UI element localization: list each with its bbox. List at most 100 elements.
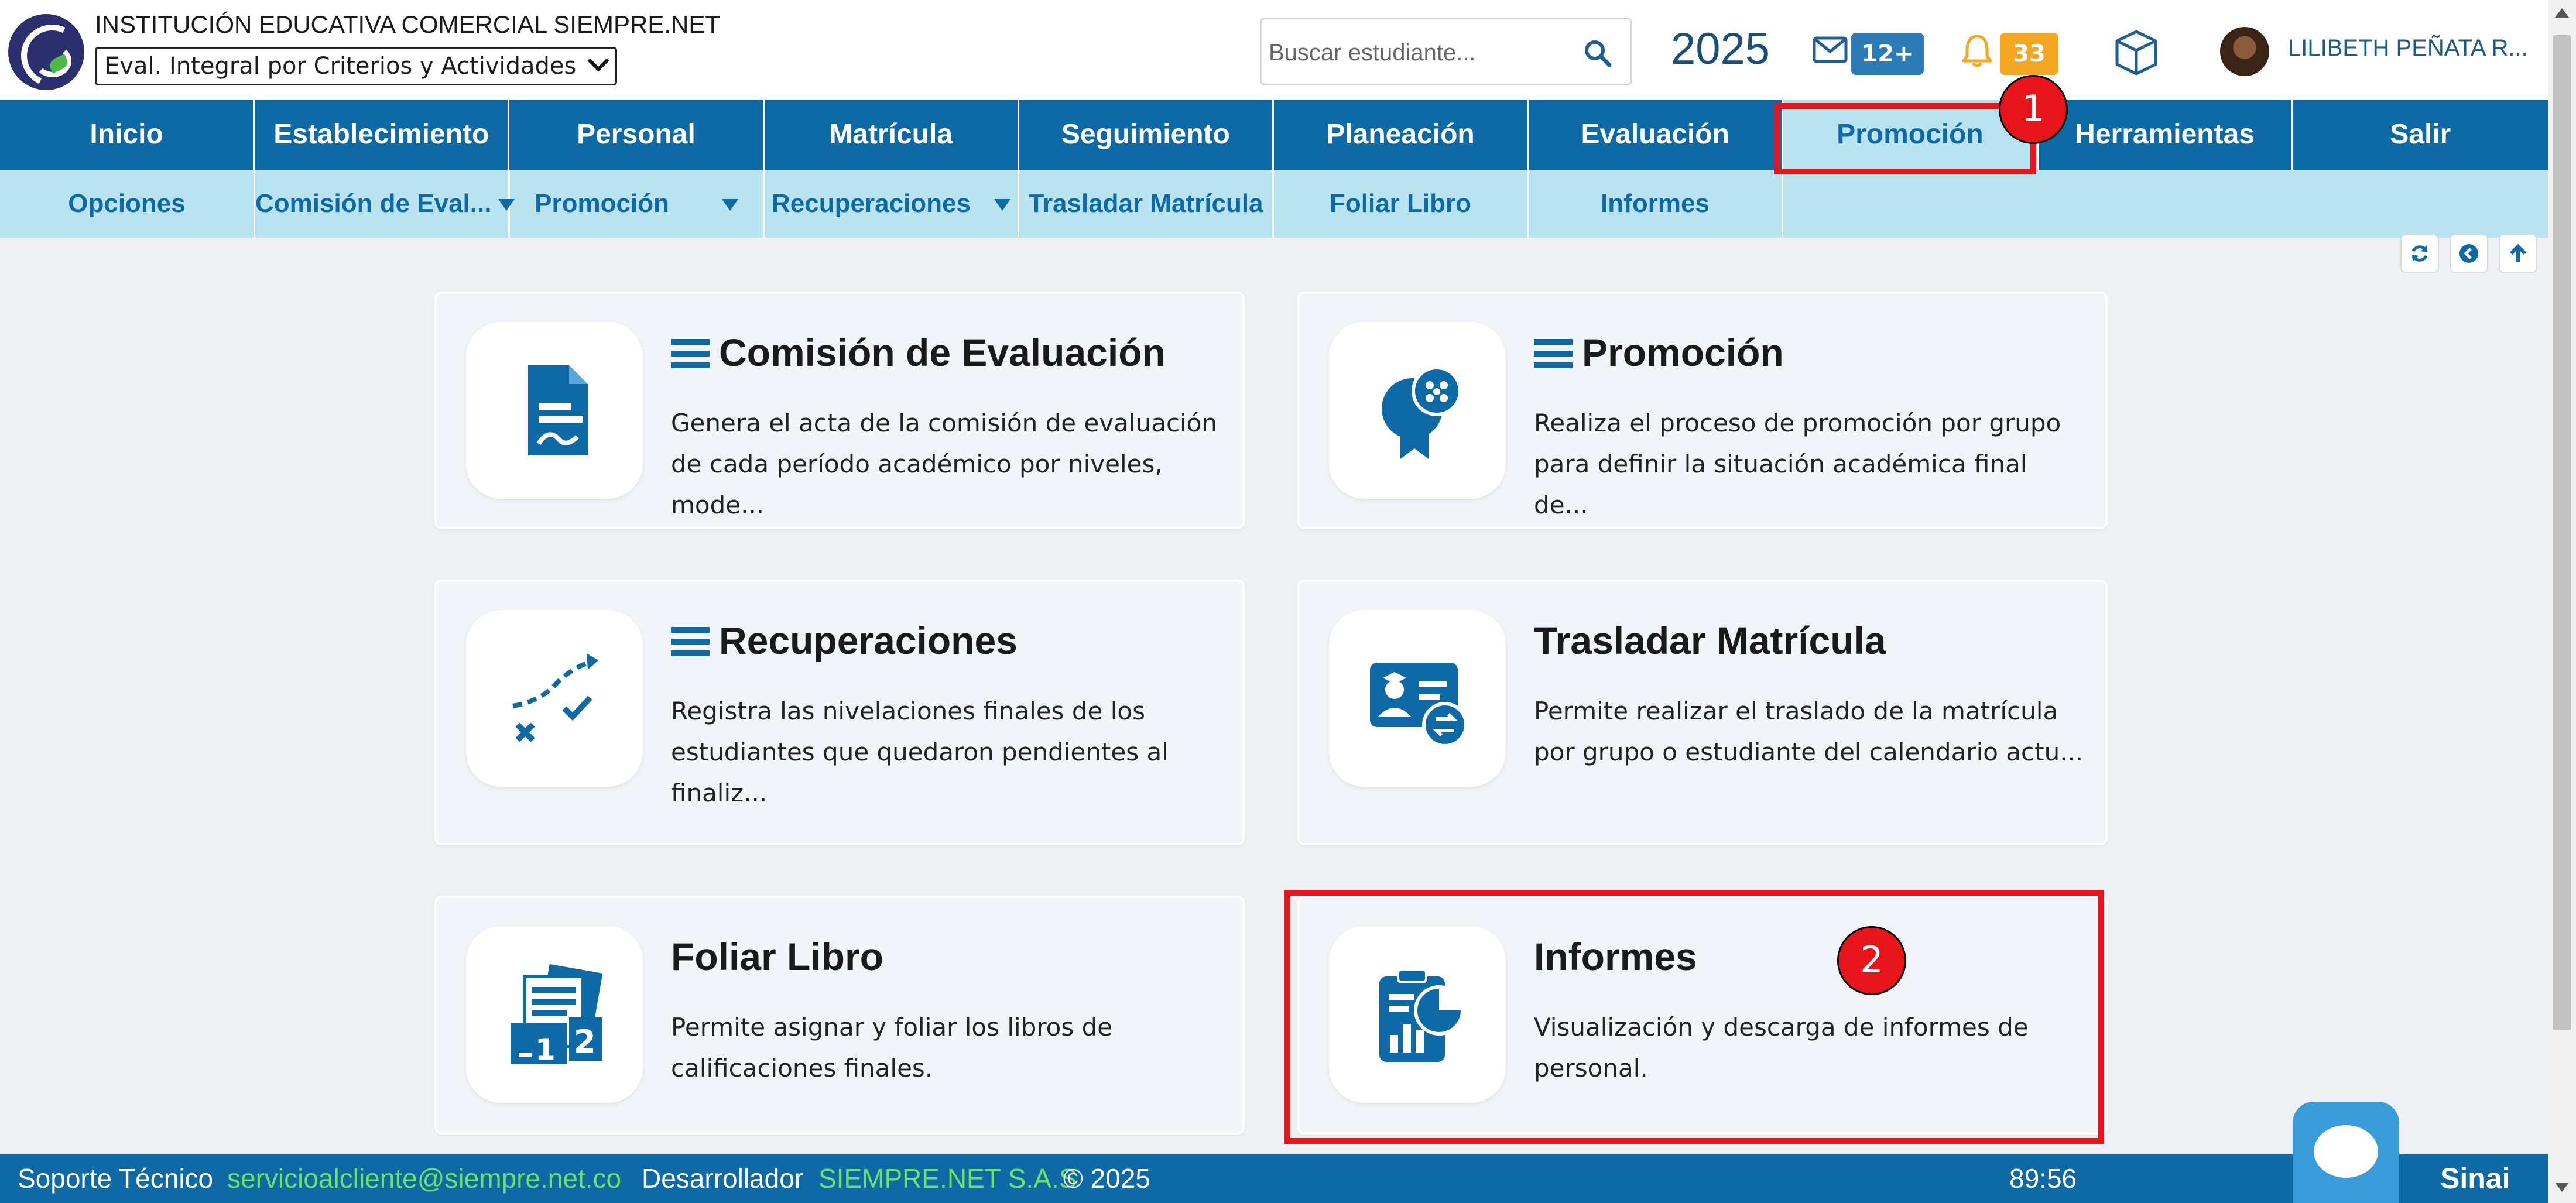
mail-icon[interactable]	[1813, 36, 1848, 63]
card-title[interactable]: Foliar Libro	[671, 934, 883, 979]
session-timer: 89:56	[2009, 1163, 2077, 1194]
highlight-box-informes	[1284, 890, 2104, 1144]
transfer-card-icon	[1370, 663, 1468, 748]
step-marker-2: 2	[1837, 926, 1906, 995]
menu-icon[interactable]	[671, 626, 710, 657]
card-comision-evaluacion[interactable]: Comisión de Evaluación Genera el acta de…	[434, 292, 1245, 529]
evaluation-type-select[interactable]: Eval. Integral por Criterios y Actividad…	[95, 47, 617, 85]
card-icon-box	[1329, 610, 1506, 787]
scroll-up-arrow-icon[interactable]	[2555, 8, 2569, 18]
card-title[interactable]: Promoción	[1534, 330, 1784, 375]
svg-text:1: 1	[535, 1033, 556, 1067]
subnav-comision[interactable]: Comisión de Eval...	[255, 170, 515, 238]
card-recuperaciones[interactable]: Recuperaciones Registra las nivelaciones…	[434, 580, 1245, 845]
evaluation-type-value: Eval. Integral por Criterios y Actividad…	[105, 53, 577, 80]
scroll-top-button[interactable]	[2499, 234, 2537, 273]
subnav-opciones-label: Opciones	[68, 189, 186, 218]
nav-matricula[interactable]: Matrícula	[765, 100, 1019, 170]
card-icon-box	[466, 610, 643, 787]
subnav-trasladar-label: Trasladar Matrícula	[1028, 189, 1263, 218]
support-label: Soporte Técnico	[18, 1163, 214, 1194]
academic-year[interactable]: 2025	[1671, 23, 1770, 74]
card-description: Permite realizar el traslado de la matrí…	[1534, 697, 2084, 766]
card-title-text: Comisión de Evaluación	[719, 331, 1166, 374]
subnav-informes[interactable]: Informes	[1529, 170, 1783, 238]
card-icon-box: 1 2	[466, 926, 643, 1103]
dropdown-arrow-icon	[721, 199, 738, 211]
sub-navigation: Opciones Comisión de Eval... Promoción R…	[0, 170, 2548, 238]
menu-icon[interactable]	[1534, 338, 1573, 369]
card-title-text: Recuperaciones	[719, 619, 1018, 662]
page-scrollbar[interactable]	[2548, 0, 2576, 1203]
footer-bar: Soporte Técnico servicioalcliente@siempr…	[0, 1154, 2548, 1203]
card-icon-box	[466, 322, 643, 499]
nav-herramientas[interactable]: Herramientas	[2039, 100, 2293, 170]
refresh-button[interactable]	[2400, 234, 2439, 273]
user-name[interactable]: LILIBETH PEÑATA R...	[2288, 35, 2528, 61]
subnav-informes-label: Informes	[1601, 189, 1710, 218]
refresh-icon	[2411, 245, 2428, 262]
support-email-link[interactable]: servicioalcliente@siempre.net.co	[227, 1154, 621, 1203]
chevron-down-icon	[587, 50, 609, 72]
top-header: INSTITUCIÓN EDUCATIVA COMERCIAL SIEMPRE.…	[0, 0, 2548, 100]
developer-link[interactable]: SIEMPRE.NET S.A.S	[818, 1154, 1077, 1203]
nav-seguimiento[interactable]: Seguimiento	[1019, 100, 1274, 170]
card-title-text: Foliar Libro	[671, 935, 883, 978]
subnav-recuperaciones-label: Recuperaciones	[772, 189, 971, 218]
highlight-box-promocion	[1774, 103, 2036, 174]
card-description: Registra las nivelaciones finales de los…	[671, 697, 1169, 807]
progress-path-icon	[512, 653, 598, 742]
institution-logo[interactable]	[8, 14, 84, 90]
card-icon-box	[1329, 322, 1506, 499]
user-avatar[interactable]	[2220, 27, 2269, 76]
subnav-promocion[interactable]: Promoción	[510, 170, 765, 238]
subnav-foliar[interactable]: Foliar Libro	[1274, 170, 1529, 238]
bell-icon[interactable]	[1961, 33, 1993, 68]
numbered-pages-icon: 1 2	[511, 964, 603, 1067]
card-description: Genera el acta de la comisión de evaluac…	[671, 409, 1218, 519]
dropdown-arrow-icon	[994, 199, 1010, 211]
nav-salir[interactable]: Salir	[2293, 100, 2548, 170]
developer-label: Desarrollador	[642, 1163, 804, 1194]
main-navigation: Inicio Establecimiento Personal Matrícul…	[0, 100, 2548, 170]
scrollbar-thumb[interactable]	[2553, 35, 2571, 1030]
nav-personal[interactable]: Personal	[509, 100, 765, 170]
brand-logo: Sinai	[2440, 1162, 2510, 1195]
card-title-text: Trasladar Matrícula	[1534, 619, 1886, 662]
card-title-text: Promoción	[1582, 331, 1784, 374]
nav-establecimiento[interactable]: Establecimiento	[255, 100, 510, 170]
mail-count-badge[interactable]: 12+	[1851, 33, 1924, 75]
subnav-foliar-label: Foliar Libro	[1330, 189, 1471, 218]
card-promocion[interactable]: Promoción Realiza el proceso de promoció…	[1297, 292, 2108, 529]
search-icon[interactable]	[1582, 38, 1613, 68]
subnav-trasladar[interactable]: Trasladar Matrícula	[1019, 170, 1274, 238]
scroll-down-arrow-icon[interactable]	[2555, 1183, 2569, 1192]
nav-planeacion[interactable]: Planeación	[1274, 100, 1529, 170]
card-foliar-libro[interactable]: 1 2 Foliar Libro Permite asignar y folia…	[434, 896, 1245, 1135]
arrow-up-icon	[2509, 244, 2527, 262]
chat-widget-button[interactable]	[2293, 1102, 2399, 1203]
award-ribbon-icon	[1382, 366, 1462, 459]
notification-count-badge[interactable]: 33	[2000, 33, 2058, 75]
menu-icon[interactable]	[671, 338, 710, 369]
back-button[interactable]	[2450, 234, 2488, 273]
card-trasladar-matricula[interactable]: Trasladar Matrícula Permite realizar el …	[1297, 580, 2108, 845]
student-search	[1260, 18, 1632, 85]
search-input[interactable]	[1268, 31, 1563, 74]
subnav-promocion-label: Promoción	[535, 189, 669, 218]
card-title[interactable]: Comisión de Evaluación	[671, 330, 1166, 375]
nav-evaluacion[interactable]: Evaluación	[1529, 100, 1784, 170]
institution-name: INSTITUCIÓN EDUCATIVA COMERCIAL SIEMPRE.…	[95, 11, 721, 38]
card-title[interactable]: Recuperaciones	[671, 618, 1018, 663]
step-marker-1: 1	[1999, 75, 2068, 144]
svg-text:2: 2	[574, 1023, 596, 1060]
back-circle-icon	[2459, 244, 2478, 263]
chat-bubble-icon	[2314, 1125, 2378, 1178]
nav-inicio[interactable]: Inicio	[0, 100, 255, 170]
card-title[interactable]: Trasladar Matrícula	[1534, 618, 1886, 663]
subnav-recuperaciones[interactable]: Recuperaciones	[765, 170, 1019, 238]
cube-icon[interactable]	[2115, 29, 2158, 76]
subnav-comision-label: Comisión de Eval...	[255, 189, 492, 218]
copyright: © 2025	[1063, 1163, 1151, 1194]
subnav-opciones[interactable]: Opciones	[0, 170, 255, 238]
